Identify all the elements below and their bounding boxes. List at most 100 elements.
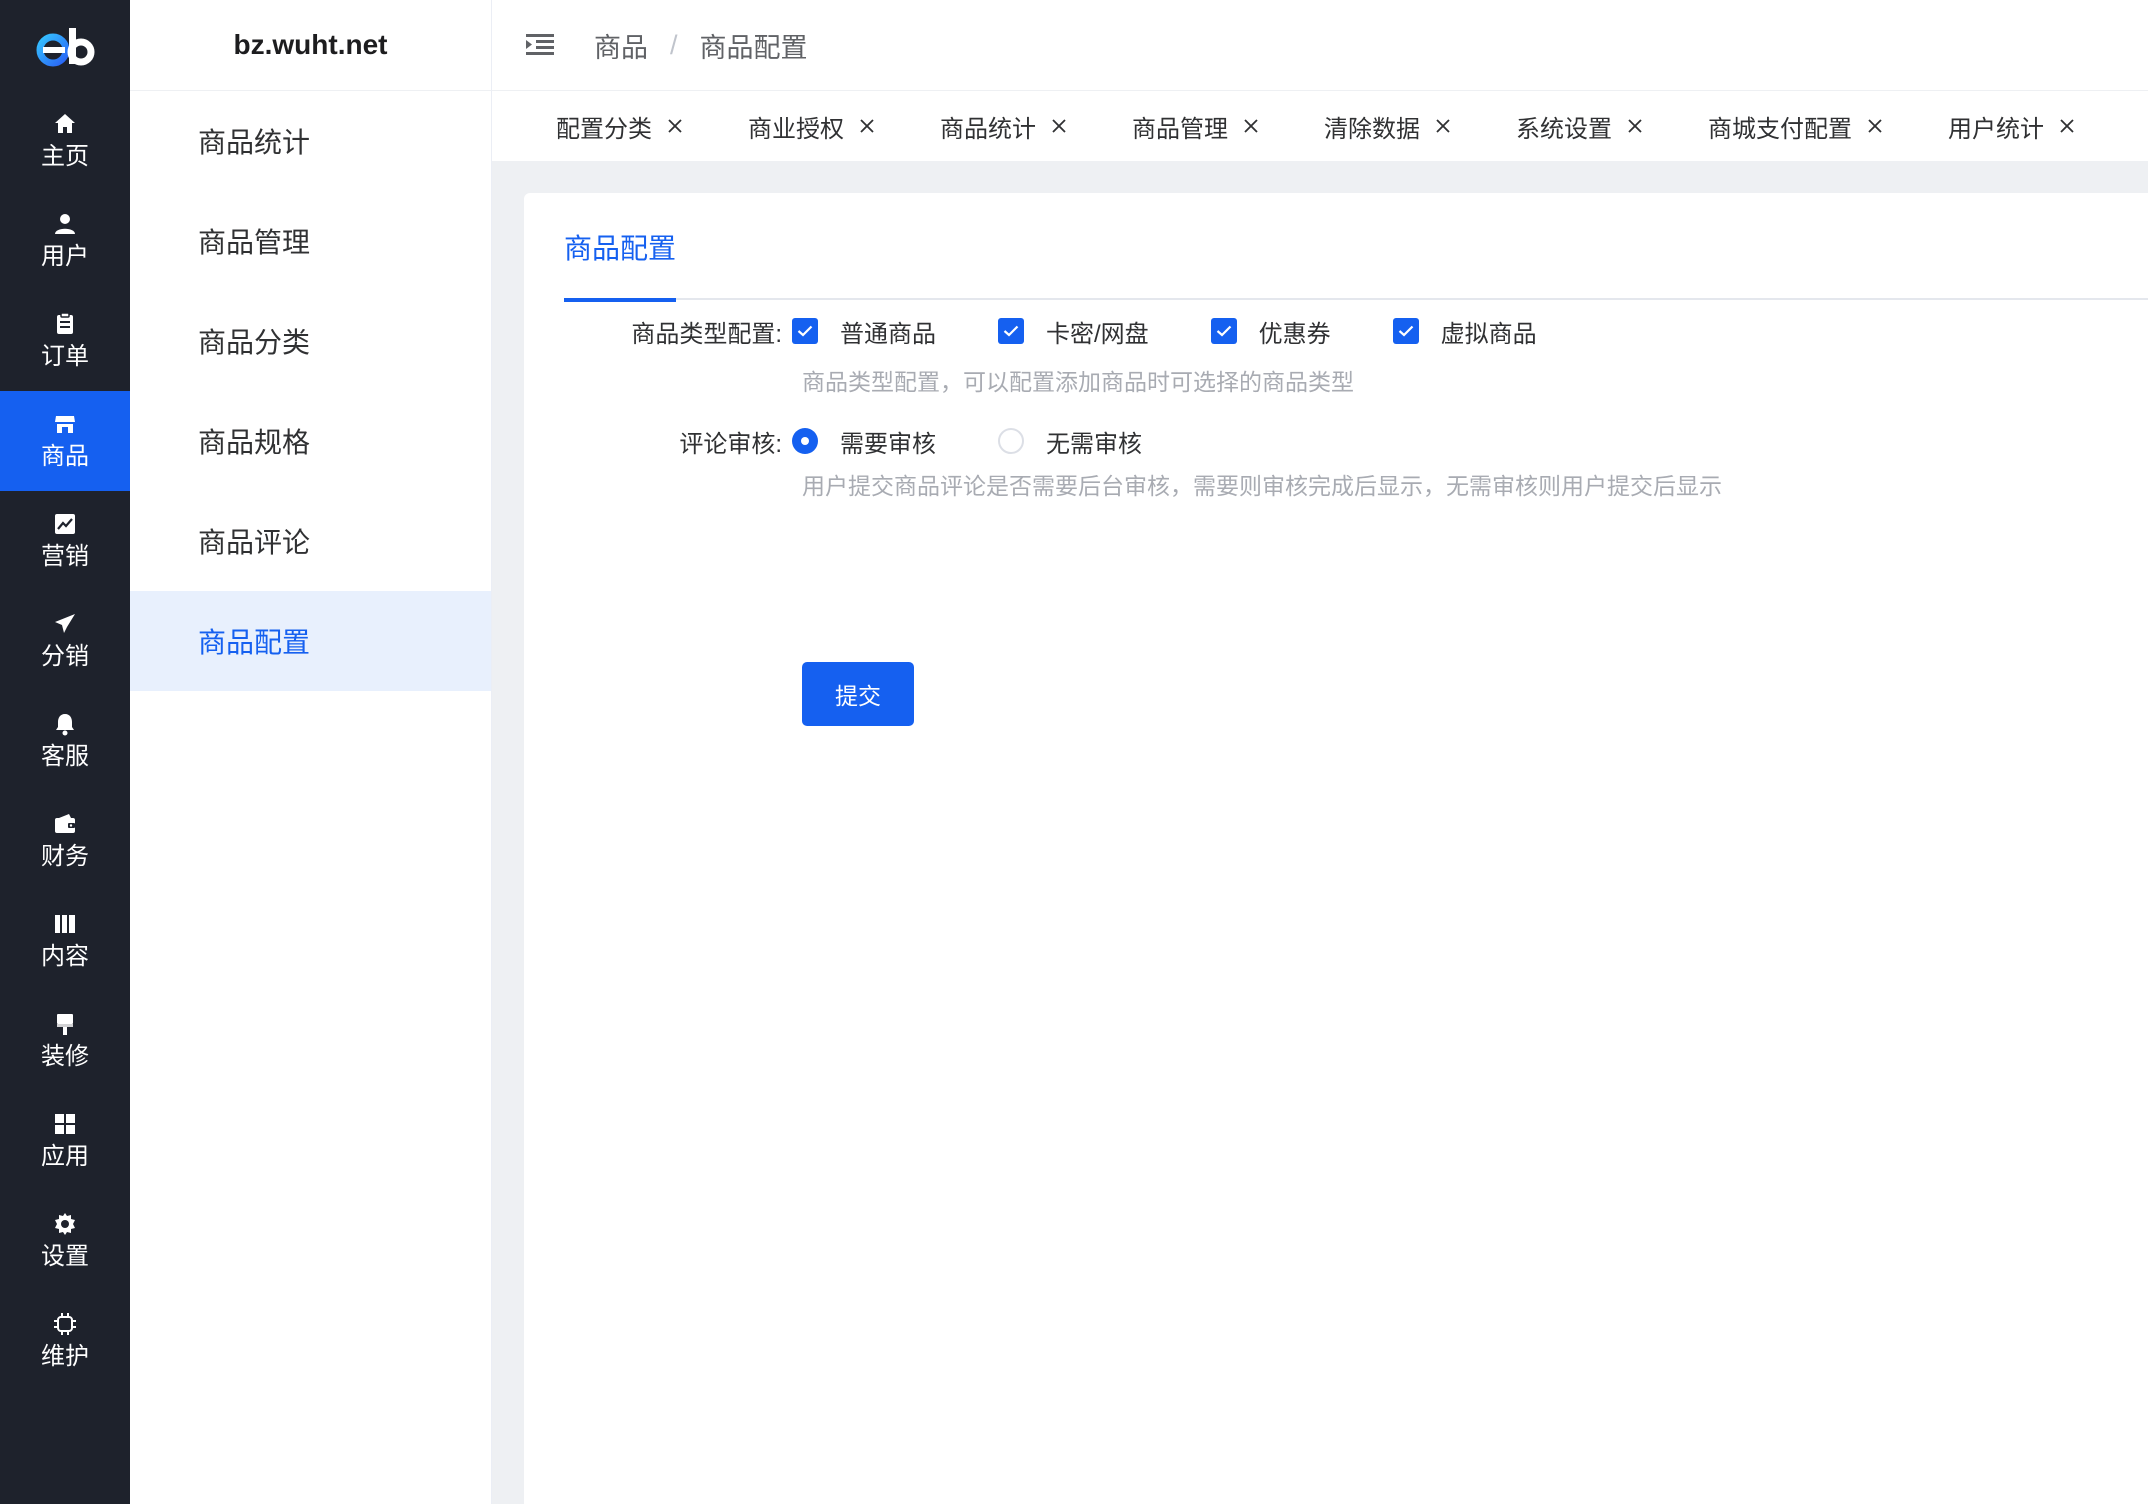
checkbox-checked-icon[interactable]: [1392, 318, 1419, 344]
close-icon[interactable]: [1866, 117, 1884, 135]
option-label: 优惠券: [1258, 320, 1331, 348]
review-row: 评论审核: 需要审核 无需审核: [524, 421, 1142, 461]
rail-item-label: 维护: [41, 1343, 89, 1370]
product-type-option-2[interactable]: 优惠券: [1210, 314, 1331, 349]
checkbox-checked-icon[interactable]: [792, 318, 818, 344]
page-tab-label: 商城支付配置: [1708, 115, 1852, 143]
chip-icon: [52, 1311, 78, 1337]
card-tabs: 商品配置: [564, 193, 2148, 302]
sidebar-item-1[interactable]: 商品管理: [130, 191, 491, 291]
site-title: bz.wuht.net: [130, 0, 491, 91]
close-icon[interactable]: [858, 117, 876, 135]
breadcrumb-current: 商品配置: [699, 32, 808, 63]
product-type-help: 商品类型配置，可以配置添加商品时可选择的商品类型: [802, 369, 1354, 395]
collapse-menu-icon[interactable]: [526, 29, 558, 61]
rail-item-label: 主页: [41, 143, 89, 170]
rail-item-0[interactable]: 主页: [0, 91, 130, 191]
product-type-label: 商品类型配置:: [631, 320, 782, 348]
rail-item-9[interactable]: 装修: [0, 991, 130, 1091]
rail-item-label: 订单: [41, 343, 89, 370]
page-tab-label: 清除数据: [1324, 115, 1420, 143]
option-label: 虚拟商品: [1440, 320, 1537, 348]
config-card: 商品配置 商品类型配置: 普通商品 卡密/网盘 优惠券 虚拟商品 商品类型配置，可以配…: [524, 193, 2148, 1504]
page-tab-label: 商品管理: [1132, 115, 1228, 143]
sidebar-item-4[interactable]: 商品评论: [130, 491, 491, 591]
page-tab-label: 商业授权: [748, 115, 844, 143]
rail-item-1[interactable]: 用户: [0, 191, 130, 291]
radio-icon[interactable]: [998, 428, 1024, 454]
page-tab-4[interactable]: 清除数据: [1324, 109, 1452, 144]
rail-item-label: 商品: [41, 443, 89, 470]
close-icon[interactable]: [1050, 117, 1068, 135]
page-tab-label: 商品统计: [940, 115, 1036, 143]
bell-icon: [52, 711, 78, 737]
chart-icon: [52, 511, 78, 537]
product-type-option-1[interactable]: 卡密/网盘: [998, 314, 1149, 349]
app-logo[interactable]: [0, 0, 130, 91]
rail-item-12[interactable]: 维护: [0, 1291, 130, 1391]
page-tab-2[interactable]: 商品统计: [940, 109, 1068, 144]
rail-item-3[interactable]: 商品: [0, 391, 130, 491]
sidebar-item-5[interactable]: 商品配置: [130, 591, 491, 691]
page-tab-0[interactable]: 配置分类: [556, 109, 684, 144]
page-tab-label: 配置分类: [556, 115, 652, 143]
rail-item-label: 营销: [41, 543, 89, 570]
page-tab-label: 用户统计: [1948, 115, 2044, 143]
top-header: 商品 / 商品配置: [492, 0, 2148, 91]
close-icon[interactable]: [1242, 117, 1260, 135]
product-type-row: 商品类型配置: 普通商品 卡密/网盘 优惠券 虚拟商品: [524, 311, 1537, 351]
rail-item-label: 用户: [41, 243, 89, 270]
wallet-icon: [52, 811, 78, 837]
checkbox-checked-icon[interactable]: [998, 318, 1024, 344]
breadcrumb-root[interactable]: 商品: [594, 26, 648, 65]
page-tab-7[interactable]: 用户统计: [1948, 109, 2076, 144]
checkbox-checked-icon[interactable]: [1210, 318, 1237, 344]
review-option-1[interactable]: 无需审核: [998, 424, 1142, 459]
option-label: 普通商品: [840, 320, 936, 348]
rail-item-label: 分销: [41, 643, 89, 670]
product-type-option-3[interactable]: 虚拟商品: [1392, 314, 1537, 349]
home-icon: [52, 111, 78, 137]
review-label: 评论审核:: [679, 430, 782, 458]
rail-item-label: 客服: [41, 743, 89, 770]
radio-icon[interactable]: [792, 428, 818, 454]
clipboard-icon: [52, 311, 78, 337]
gear-icon: [52, 1211, 78, 1237]
rail-item-label: 财务: [41, 843, 89, 870]
rail-item-label: 设置: [41, 1243, 89, 1270]
sidebar-item-2[interactable]: 商品分类: [130, 291, 491, 391]
page-tab-3[interactable]: 商品管理: [1132, 109, 1260, 144]
rail-item-10[interactable]: 应用: [0, 1091, 130, 1191]
page-tab-5[interactable]: 系统设置: [1516, 109, 1644, 144]
product-type-option-0[interactable]: 普通商品: [792, 314, 936, 349]
page-tab-1[interactable]: 商业授权: [748, 109, 876, 144]
review-option-0[interactable]: 需要审核: [792, 424, 936, 459]
close-icon[interactable]: [1626, 117, 1644, 135]
close-icon[interactable]: [2058, 117, 2076, 135]
rail-item-2[interactable]: 订单: [0, 291, 130, 391]
rail-item-7[interactable]: 财务: [0, 791, 130, 891]
option-label: 卡密/网盘: [1046, 320, 1149, 348]
page-tab-6[interactable]: 商城支付配置: [1708, 109, 1884, 144]
rail-item-11[interactable]: 设置: [0, 1191, 130, 1291]
rail-item-8[interactable]: 内容: [0, 891, 130, 991]
send-icon: [52, 611, 78, 637]
rail-item-5[interactable]: 分销: [0, 591, 130, 691]
user-icon: [52, 211, 78, 237]
sidebar-item-0[interactable]: 商品统计: [130, 91, 491, 191]
rail-item-label: 内容: [41, 943, 89, 970]
main-nav-rail: 主页用户订单商品营销分销客服财务内容装修 应用设置维护: [0, 0, 130, 1504]
submit-button[interactable]: 提交: [802, 662, 914, 726]
sidebar-item-3[interactable]: 商品规格: [130, 391, 491, 491]
close-icon[interactable]: [1434, 117, 1452, 135]
rail-item-4[interactable]: 营销: [0, 491, 130, 591]
page-tab-label: 系统设置: [1516, 115, 1612, 143]
review-help: 用户提交商品评论是否需要后台审核，需要则审核完成后显示，无需审核则用户提交后显示: [802, 473, 1722, 499]
main-content: 商品配置 商品类型配置: 普通商品 卡密/网盘 优惠券 虚拟商品 商品类型配置，可以配…: [492, 161, 2148, 1504]
rail-item-6[interactable]: 客服: [0, 691, 130, 791]
option-label: 需要审核: [840, 430, 936, 458]
brush-icon: [52, 1011, 78, 1037]
tab-product-config[interactable]: 商品配置: [564, 193, 677, 302]
close-icon[interactable]: [666, 117, 684, 135]
page-tabs-bar: 配置分类 商业授权 商品统计 商品管理 清除数据 系统设置 商城支付配置 用户统计: [492, 91, 2148, 161]
